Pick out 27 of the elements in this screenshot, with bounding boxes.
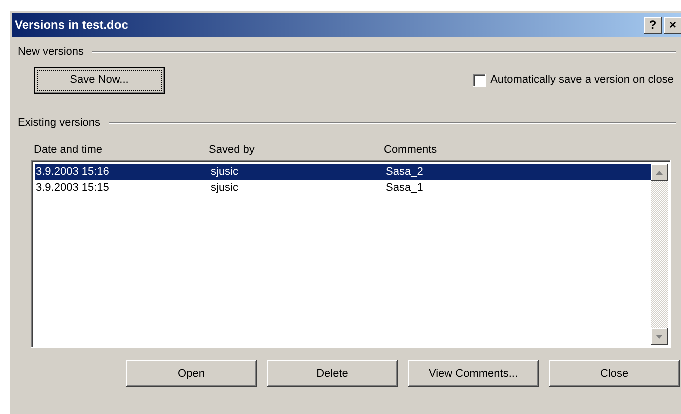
dialog-button[interactable]: View Comments... (408, 360, 539, 387)
scroll-down-icon[interactable] (656, 334, 663, 338)
column-header: Date and time (34, 144, 104, 158)
selected-row[interactable]: 3.9.2003 15:16 sjusic Sasa_2 (35, 164, 651, 180)
save-now-button[interactable]: Save Now... (34, 66, 165, 94)
list-cell-text: sjusic (211, 182, 240, 194)
close-button[interactable]: × (664, 16, 681, 34)
dialog-button[interactable]: Open (126, 360, 257, 387)
group-heading: Existing versions (18, 117, 102, 129)
version-list[interactable]: 3.9.2003 15:16 sjusic Sasa_2 3.9.2003 15:15 sjusic Sasa_1 (31, 160, 671, 348)
list-cell-text: Sasa_2 (386, 166, 424, 178)
scroll-up-icon[interactable] (656, 170, 663, 174)
column-header: Saved by (209, 144, 256, 158)
scrollbar[interactable] (651, 164, 668, 345)
checkbox[interactable] (472, 74, 486, 86)
checkbox-label[interactable]: Automatically save a version on close (490, 74, 674, 86)
list-cell-text: 3.9.2003 15:16 (36, 166, 110, 178)
column-header: Comments (384, 144, 438, 158)
dialog-button[interactable]: Delete (267, 360, 398, 387)
window-title: Versions in test.doc (14, 18, 128, 32)
list-row[interactable]: 3.9.2003 15:15 sjusic Sasa_1 (35, 180, 651, 196)
help-button[interactable]: ? (644, 16, 662, 34)
list-cell-text: sjusic (211, 166, 240, 178)
list-cell-text: Sasa_1 (386, 182, 424, 194)
group-heading: New versions (18, 46, 86, 58)
list-cell-text: 3.9.2003 15:15 (36, 182, 110, 194)
dialog-button[interactable]: Close (549, 360, 680, 387)
